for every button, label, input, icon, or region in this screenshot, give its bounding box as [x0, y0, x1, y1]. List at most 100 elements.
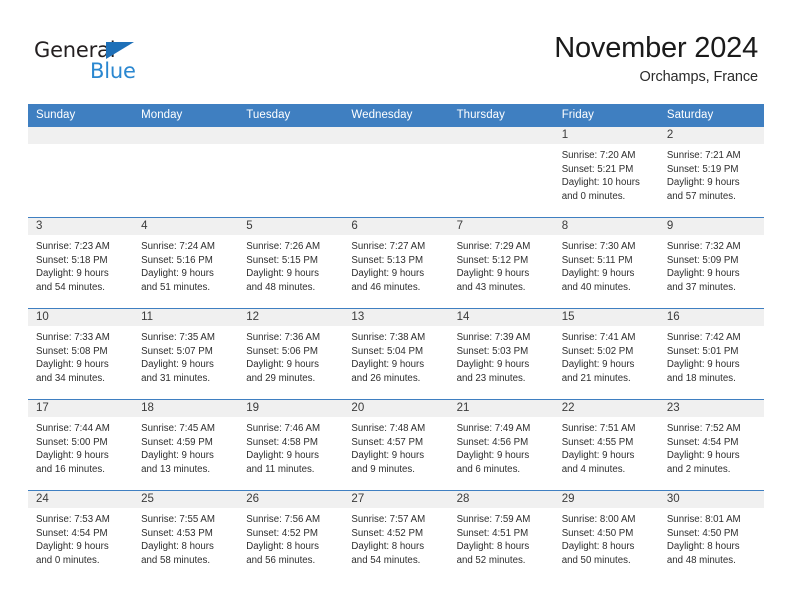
daylight-duration-line2: and 58 minutes. — [141, 554, 211, 566]
weekday-header-saturday: Saturday — [658, 104, 764, 127]
day-number: 25 — [133, 491, 239, 508]
calendar-day-cell[interactable]: 9 Sunrise: 7:32 AM Sunset: 5:09 PM Daylight… — [658, 217, 764, 309]
daylight-duration-line2: and 57 minutes. — [666, 190, 736, 202]
sunrise-time: Sunrise: 8:01 AM — [666, 514, 741, 525]
day-details: Sunrise: 7:59 AM Sunset: 4:51 PM Daylight:… — [449, 508, 554, 567]
daylight-duration-line2: and 16 minutes. — [36, 463, 105, 475]
daylight-duration-line1: Daylight: 9 hours — [561, 268, 635, 280]
calendar-day-cell[interactable]: 6 Sunrise: 7:27 AM Sunset: 5:13 PM Daylight… — [343, 217, 449, 309]
calendar-week-row: 3 Sunrise: 7:23 AM Sunset: 5:18 PM Daylight… — [28, 217, 764, 309]
day-details: Sunrise: 7:53 AM Sunset: 4:54 PM Daylight:… — [28, 508, 133, 567]
calendar-day-cell[interactable]: 19 Sunrise: 7:46 AM Sunset: 4:58 PM Dayligh… — [238, 399, 344, 491]
daylight-duration-line2: and 26 minutes. — [351, 372, 421, 384]
calendar-empty-cell — [238, 126, 344, 218]
calendar-day-cell[interactable]: 11 Sunrise: 7:35 AM Sunset: 5:07 PM Dayligh… — [133, 308, 239, 400]
calendar-day-cell[interactable]: 20 Sunrise: 7:48 AM Sunset: 4:57 PM Dayligh… — [343, 399, 449, 491]
day-cell-body — [343, 127, 449, 217]
calendar-day-cell[interactable]: 12 Sunrise: 7:36 AM Sunset: 5:06 PM Dayligh… — [238, 308, 344, 400]
calendar-day-cell[interactable]: 25 Sunrise: 7:55 AM Sunset: 4:53 PM Dayligh… — [133, 490, 239, 581]
weekday-header-sunday: Sunday — [28, 104, 134, 127]
day-cell-body: 29 Sunrise: 8:00 AM Sunset: 4:50 PM Dayligh… — [553, 491, 659, 581]
day-cell-body: 24 Sunrise: 7:53 AM Sunset: 4:54 PM Dayligh… — [28, 491, 134, 581]
calendar-day-cell[interactable]: 3 Sunrise: 7:23 AM Sunset: 5:18 PM Daylight… — [28, 217, 134, 309]
daylight-duration-line1: Daylight: 9 hours — [456, 359, 530, 371]
calendar-day-cell[interactable]: 4 Sunrise: 7:24 AM Sunset: 5:16 PM Daylight… — [133, 217, 239, 309]
calendar-table: Sunday Monday Tuesday Wednesday Thursday… — [28, 104, 764, 581]
day-number: 12 — [238, 309, 344, 326]
day-details: Sunrise: 7:36 AM Sunset: 5:06 PM Daylight:… — [238, 326, 343, 385]
calendar-day-cell[interactable]: 15 Sunrise: 7:41 AM Sunset: 5:02 PM Dayligh… — [553, 308, 659, 400]
daylight-duration-line2: and 18 minutes. — [666, 372, 736, 384]
sunset-time: Sunset: 4:51 PM — [456, 527, 529, 539]
day-cell-body: 25 Sunrise: 7:55 AM Sunset: 4:53 PM Dayligh… — [133, 491, 239, 581]
sunrise-time: Sunrise: 7:59 AM — [456, 514, 531, 525]
daylight-duration-line2: and 13 minutes. — [141, 463, 211, 475]
calendar-day-cell[interactable]: 13 Sunrise: 7:38 AM Sunset: 5:04 PM Dayligh… — [343, 308, 449, 400]
sunrise-time: Sunrise: 7:36 AM — [246, 332, 321, 343]
general-blue-logo[interactable]: General Blue — [34, 38, 214, 86]
day-cell-body: 28 Sunrise: 7:59 AM Sunset: 4:51 PM Dayligh… — [448, 491, 554, 581]
daylight-duration-line2: and 40 minutes. — [561, 281, 631, 293]
sunrise-time: Sunrise: 7:30 AM — [561, 241, 636, 252]
calendar-day-cell[interactable]: 18 Sunrise: 7:45 AM Sunset: 4:59 PM Dayligh… — [133, 399, 239, 491]
calendar-day-cell[interactable]: 8 Sunrise: 7:30 AM Sunset: 5:11 PM Daylight… — [553, 217, 659, 309]
sunset-time: Sunset: 5:00 PM — [36, 436, 108, 448]
calendar-day-cell[interactable]: 26 Sunrise: 7:56 AM Sunset: 4:52 PM Dayligh… — [238, 490, 344, 581]
calendar-day-cell[interactable]: 1 Sunrise: 7:20 AM Sunset: 5:21 PM Daylight… — [553, 126, 659, 218]
calendar-day-cell[interactable]: 5 Sunrise: 7:26 AM Sunset: 5:15 PM Daylight… — [238, 217, 344, 309]
sunrise-time: Sunrise: 7:27 AM — [351, 241, 426, 252]
sunrise-time: Sunrise: 7:32 AM — [666, 241, 741, 252]
day-number: 22 — [553, 400, 659, 417]
day-number: 18 — [133, 400, 239, 417]
daylight-duration-line2: and 54 minutes. — [36, 281, 105, 293]
day-details: Sunrise: 7:30 AM Sunset: 5:11 PM Daylight:… — [554, 235, 659, 294]
daylight-duration-line1: Daylight: 9 hours — [141, 268, 214, 280]
calendar-day-cell[interactable]: 14 Sunrise: 7:39 AM Sunset: 5:03 PM Dayligh… — [448, 308, 554, 400]
day-cell-body: 13 Sunrise: 7:38 AM Sunset: 5:04 PM Dayligh… — [343, 309, 449, 399]
sunset-time: Sunset: 5:06 PM — [246, 345, 318, 357]
sunrise-time: Sunrise: 8:00 AM — [561, 514, 636, 525]
daylight-duration-line1: Daylight: 8 hours — [351, 541, 425, 553]
calendar-day-cell[interactable]: 16 Sunrise: 7:42 AM Sunset: 5:01 PM Dayligh… — [658, 308, 764, 400]
day-details: Sunrise: 7:49 AM Sunset: 4:56 PM Daylight:… — [449, 417, 554, 476]
daylight-duration-line2: and 34 minutes. — [36, 372, 105, 384]
logo-triangle-icon — [106, 42, 134, 59]
calendar-day-cell[interactable]: 23 Sunrise: 7:52 AM Sunset: 4:54 PM Dayligh… — [658, 399, 764, 491]
daylight-duration-line2: and 37 minutes. — [666, 281, 736, 293]
sunset-time: Sunset: 5:01 PM — [666, 345, 739, 357]
calendar-day-cell[interactable]: 29 Sunrise: 8:00 AM Sunset: 4:50 PM Dayligh… — [553, 490, 659, 581]
sunset-time: Sunset: 4:53 PM — [141, 527, 213, 539]
daylight-duration-line2: and 0 minutes. — [561, 190, 626, 202]
sunset-time: Sunset: 5:21 PM — [561, 163, 634, 175]
daylight-duration-line2: and 9 minutes. — [351, 463, 415, 475]
daylight-duration-line2: and 48 minutes. — [666, 554, 736, 566]
calendar-day-cell[interactable]: 22 Sunrise: 7:51 AM Sunset: 4:55 PM Dayligh… — [553, 399, 659, 491]
day-number: 8 — [553, 218, 659, 235]
weekday-header-row: Sunday Monday Tuesday Wednesday Thursday… — [28, 104, 764, 127]
calendar-day-cell[interactable]: 21 Sunrise: 7:49 AM Sunset: 4:56 PM Dayligh… — [448, 399, 554, 491]
calendar-day-cell[interactable]: 10 Sunrise: 7:33 AM Sunset: 5:08 PM Dayligh… — [28, 308, 134, 400]
calendar-day-cell[interactable]: 24 Sunrise: 7:53 AM Sunset: 4:54 PM Dayligh… — [28, 490, 134, 581]
calendar-day-cell[interactable]: 30 Sunrise: 8:01 AM Sunset: 4:50 PM Dayligh… — [658, 490, 764, 581]
daylight-duration-line1: Daylight: 10 hours — [561, 177, 640, 189]
day-number: 19 — [238, 400, 344, 417]
daylight-duration-line1: Daylight: 9 hours — [351, 268, 425, 280]
day-number: 16 — [658, 309, 764, 326]
day-number: 20 — [343, 400, 449, 417]
day-cell-body: 4 Sunrise: 7:24 AM Sunset: 5:16 PM Daylight… — [133, 218, 239, 308]
day-details: Sunrise: 8:00 AM Sunset: 4:50 PM Daylight:… — [554, 508, 659, 567]
daylight-duration-line1: Daylight: 9 hours — [561, 450, 635, 462]
daylight-duration-line2: and 23 minutes. — [456, 372, 526, 384]
calendar-day-cell[interactable]: 17 Sunrise: 7:44 AM Sunset: 5:00 PM Dayligh… — [28, 399, 134, 491]
day-cell-body: 18 Sunrise: 7:45 AM Sunset: 4:59 PM Dayligh… — [133, 400, 239, 490]
sunset-time: Sunset: 5:19 PM — [666, 163, 739, 175]
calendar-day-cell[interactable]: 2 Sunrise: 7:21 AM Sunset: 5:19 PM Daylight… — [658, 126, 764, 218]
calendar-day-cell[interactable]: 28 Sunrise: 7:59 AM Sunset: 4:51 PM Dayligh… — [448, 490, 554, 581]
sunrise-time: Sunrise: 7:26 AM — [246, 241, 321, 252]
day-details: Sunrise: 7:27 AM Sunset: 5:13 PM Daylight:… — [343, 235, 448, 294]
day-details: Sunrise: 7:55 AM Sunset: 4:53 PM Daylight:… — [133, 508, 238, 567]
calendar-day-cell[interactable]: 27 Sunrise: 7:57 AM Sunset: 4:52 PM Dayligh… — [343, 490, 449, 581]
sunset-time: Sunset: 5:16 PM — [141, 254, 213, 266]
sunset-time: Sunset: 5:12 PM — [456, 254, 529, 266]
calendar-day-cell[interactable]: 7 Sunrise: 7:29 AM Sunset: 5:12 PM Daylight… — [448, 217, 554, 309]
